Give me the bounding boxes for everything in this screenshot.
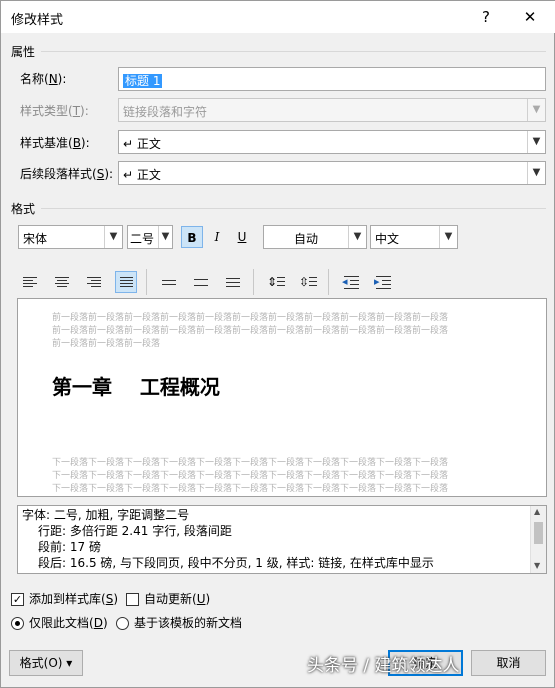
align-left-icon[interactable] bbox=[19, 271, 41, 293]
preview-previous-paragraph: 前一段落前一段落前一段落前一段落前一段落前一段落前一段落前一段落前一段落前一段落… bbox=[52, 313, 449, 323]
toolbar-separator bbox=[328, 269, 329, 295]
decrease-indent-icon[interactable]: ◂ bbox=[340, 271, 362, 293]
preview-next-paragraph: 下一段落下一段落下一段落下一段落下一段落下一段落下一段落下一段落下一段落下一段落… bbox=[52, 471, 449, 481]
only-this-document-radio[interactable] bbox=[11, 617, 24, 630]
font-size-value: 二号 bbox=[130, 232, 155, 246]
bold-button[interactable]: B bbox=[181, 226, 203, 248]
format-menu-button[interactable]: 格式(O) ▾ bbox=[9, 650, 83, 676]
font-name-value: 宋体 bbox=[23, 232, 48, 246]
chevron-down-icon: ▼ bbox=[527, 131, 545, 153]
scroll-up-icon[interactable]: ▲ bbox=[534, 507, 540, 516]
name-value: 标题 1 bbox=[123, 74, 163, 88]
scroll-down-icon[interactable]: ▼ bbox=[534, 561, 540, 570]
italic-button[interactable]: I bbox=[206, 226, 228, 248]
description-line: 段后: 16.5 磅, 与下段同页, 段中不分页, 1 级, 样式: 链接, 在… bbox=[38, 556, 434, 570]
single-spacing-icon[interactable] bbox=[158, 271, 180, 293]
one-half-spacing-icon[interactable] bbox=[190, 271, 212, 293]
style-type-select[interactable]: 链接段落和字符 ▼ bbox=[118, 98, 546, 122]
preview-previous-paragraph: 前一段落前一段落前一段落前一段落前一段落前一段落前一段落前一段落前一段落前一段落… bbox=[52, 326, 449, 336]
format-section-label: 格式 bbox=[11, 202, 36, 216]
preview-next-paragraph: 下一段落下一段落下一段落下一段落下一段落下一段落下一段落下一段落下一段落下一段落… bbox=[52, 458, 449, 468]
auto-update-label: 自动更新(U) bbox=[144, 592, 211, 606]
font-name-select[interactable]: 宋体 ▼ bbox=[18, 225, 123, 249]
name-input[interactable]: 标题 1 bbox=[118, 67, 546, 91]
toolbar-separator bbox=[253, 269, 254, 295]
based-on-label: 样式基准(B): bbox=[20, 136, 90, 150]
add-to-gallery-label: 添加到样式库(S) bbox=[29, 592, 118, 606]
close-icon[interactable]: ✕ bbox=[516, 5, 544, 29]
name-label: 名称(N): bbox=[20, 72, 67, 86]
double-spacing-icon[interactable] bbox=[222, 271, 244, 293]
chevron-down-icon: ▼ bbox=[348, 226, 366, 248]
window-title: 修改样式 bbox=[11, 13, 64, 28]
chevron-down-icon: ▼ bbox=[527, 99, 545, 121]
font-color-select[interactable]: 自动 ▼ bbox=[263, 225, 367, 249]
style-description: 字体: 二号, 加粗, 字距调整二号 行距: 多倍行距 2.41 字行, 段落间… bbox=[17, 505, 547, 574]
divider bbox=[41, 208, 546, 209]
following-style-select[interactable]: ↵ 正文 ▼ bbox=[118, 161, 546, 185]
script-value: 中文 bbox=[375, 232, 400, 246]
chevron-down-icon: ▼ bbox=[104, 226, 122, 248]
new-documents-template-label: 基于该模板的新文档 bbox=[134, 616, 243, 630]
style-type-label: 样式类型(T): bbox=[20, 104, 89, 118]
scroll-thumb[interactable] bbox=[534, 522, 543, 544]
increase-paragraph-spacing-icon[interactable]: ⇕ bbox=[265, 271, 287, 293]
cancel-button[interactable]: 取消 bbox=[471, 650, 546, 676]
font-size-select[interactable]: 二号 ▼ bbox=[127, 225, 173, 249]
description-line: 行距: 多倍行距 2.41 字行, 段落间距 bbox=[38, 524, 232, 538]
properties-section-label: 属性 bbox=[11, 45, 36, 59]
based-on-select[interactable]: ↵ 正文 ▼ bbox=[118, 130, 546, 154]
modify-style-dialog: 修改样式 ? ✕ 属性 名称(N): 标题 1 样式类型(T): 链接段落和字符… bbox=[0, 0, 555, 688]
preview-next-paragraph: 下一段落下一段落下一段落下一段落下一段落下一段落下一段落下一段落下一段落下一段落… bbox=[52, 484, 449, 494]
toolbar-separator bbox=[146, 269, 147, 295]
style-type-value: 链接段落和字符 bbox=[123, 105, 208, 119]
style-preview: 前一段落前一段落前一段落前一段落前一段落前一段落前一段落前一段落前一段落前一段落… bbox=[17, 298, 547, 497]
align-right-icon[interactable] bbox=[83, 271, 105, 293]
decrease-paragraph-spacing-icon[interactable]: ⇳ bbox=[297, 271, 319, 293]
description-line: 字体: 二号, 加粗, 字距调整二号 bbox=[22, 508, 190, 522]
increase-indent-icon[interactable]: ▸ bbox=[372, 271, 394, 293]
only-this-document-label: 仅限此文档(D) bbox=[29, 616, 108, 630]
preview-heading: 第一章 工程概况 bbox=[52, 375, 220, 399]
align-justify-icon[interactable] bbox=[115, 271, 137, 293]
based-on-value: ↵ 正文 bbox=[123, 137, 161, 151]
auto-update-checkbox[interactable] bbox=[126, 593, 139, 606]
watermark: 头条号 / 建筑领达人 bbox=[307, 656, 460, 676]
title-bar: 修改样式 ? ✕ bbox=[1, 1, 555, 33]
script-select[interactable]: 中文 ▼ bbox=[370, 225, 458, 249]
add-to-gallery-checkbox[interactable]: ✓ bbox=[11, 593, 24, 606]
following-style-label: 后续段落样式(S): bbox=[20, 167, 114, 181]
preview-previous-paragraph: 前一段落前一段落前一段落 bbox=[52, 339, 161, 349]
chevron-down-icon: ▼ bbox=[527, 162, 545, 184]
underline-button[interactable]: U bbox=[231, 226, 253, 248]
description-scrollbar[interactable]: ▲ ▼ bbox=[530, 506, 546, 573]
radio-selected-dot bbox=[15, 621, 20, 626]
help-icon[interactable]: ? bbox=[472, 5, 500, 29]
description-line: 段前: 17 磅 bbox=[38, 540, 101, 554]
align-center-icon[interactable] bbox=[51, 271, 73, 293]
chevron-down-icon: ▼ bbox=[158, 226, 172, 248]
new-documents-template-radio[interactable] bbox=[116, 617, 129, 630]
chevron-down-icon: ▼ bbox=[439, 226, 457, 248]
font-color-value: 自动 bbox=[294, 232, 319, 246]
following-style-value: ↵ 正文 bbox=[123, 168, 161, 182]
divider bbox=[41, 51, 546, 52]
